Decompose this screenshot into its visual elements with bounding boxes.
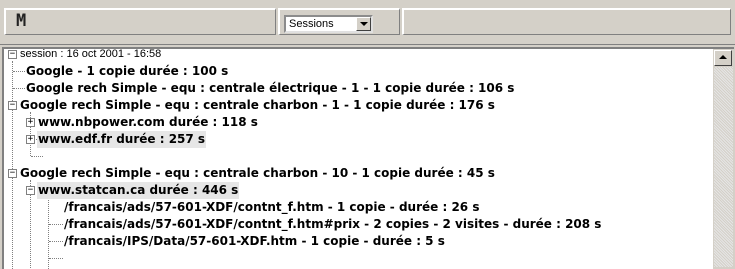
expand-icon[interactable]: + — [26, 118, 35, 127]
tree-line — [31, 156, 43, 157]
tree-node-session[interactable]: session : 16 oct 2001 - 16:58 — [20, 49, 161, 63]
view-select[interactable]: Sessions — [284, 15, 373, 33]
scroll-up-icon[interactable] — [714, 50, 732, 66]
tree-line — [12, 61, 13, 269]
tree-node[interactable]: www.nbpower.com durée : 118 s — [38, 114, 258, 131]
collapse-icon[interactable]: − — [8, 169, 17, 178]
app-logo: M — [16, 11, 27, 31]
tree-node[interactable]: www.statcan.ca durée : 446 s — [37, 182, 240, 199]
chevron-down-icon[interactable] — [356, 17, 371, 31]
tree-node[interactable]: /francais/ads/57-601-XDF/contnt_f.htm#pr… — [64, 216, 601, 233]
toolbar-right-panel — [402, 8, 731, 35]
view-select-value: Sessions — [289, 18, 334, 30]
toolbar: M Sessions — [0, 0, 735, 45]
expand-icon[interactable]: + — [26, 135, 35, 144]
tree-line — [13, 71, 25, 72]
tree-node[interactable]: Google - 1 copie durée : 100 s — [26, 63, 228, 80]
collapse-icon[interactable]: − — [8, 50, 17, 59]
collapse-icon[interactable]: − — [8, 101, 17, 110]
tree-line — [13, 88, 25, 89]
session-tree[interactable]: − − + + − − session : 16 oct 2001 - 16:5… — [2, 47, 713, 269]
tree-node[interactable]: /francais/IPS/Data/57-601-XDF.htm - 1 co… — [64, 233, 445, 250]
scroll-track[interactable] — [714, 67, 733, 267]
vertical-scrollbar[interactable] — [713, 47, 734, 269]
tree-line — [49, 224, 63, 225]
tree-node[interactable]: Google rech Simple - equ : centrale char… — [20, 97, 495, 114]
tree-line — [49, 241, 63, 242]
collapse-icon[interactable]: − — [26, 186, 35, 195]
tree-node[interactable]: /francais/ads/57-601-XDF/contnt_f.htm - … — [64, 199, 479, 216]
tree-line — [49, 258, 63, 259]
tree-node[interactable]: Google rech Simple - equ : centrale char… — [20, 165, 495, 182]
toolbar-left-panel: M — [4, 8, 276, 35]
tree-node[interactable]: www.edf.fr durée : 257 s — [37, 131, 207, 148]
tree-node[interactable]: Google rech Simple - equ : centrale élec… — [26, 80, 514, 97]
